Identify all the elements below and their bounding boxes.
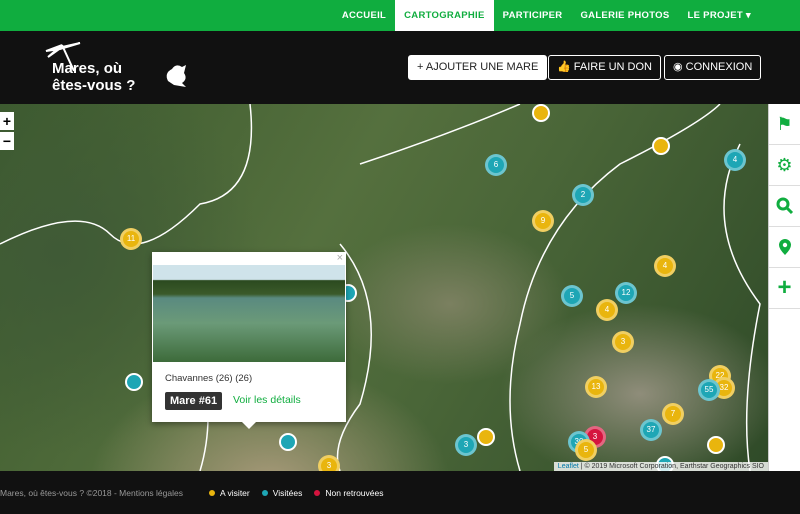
map-attribution: Leaflet | © 2019 Microsoft Corporation, …	[554, 462, 768, 471]
nav-le-projet[interactable]: LE PROJET ▾	[679, 0, 761, 31]
cluster-marker[interactable]: 5	[575, 439, 597, 461]
header: Mares, oùêtes-vous ? + AJOUTER UNE MARE …	[0, 31, 800, 104]
cluster-marker[interactable]: 55	[698, 379, 720, 401]
add-pond-button[interactable]: + AJOUTER UNE MARE	[408, 55, 547, 80]
gear-icon[interactable]: ⚙	[769, 145, 800, 186]
view-details-link[interactable]: Voir les détails	[233, 394, 301, 406]
login-label: CONNEXION	[686, 61, 753, 73]
frog-icon	[160, 59, 190, 89]
popup-close-button[interactable]: ×	[337, 252, 343, 264]
donate-button[interactable]: 👍 FAIRE UN DON	[548, 55, 661, 80]
footer: Mares, où êtes-vous ? ©2018 - Mentions l…	[0, 471, 800, 514]
nav-participer[interactable]: PARTICIPER	[494, 0, 572, 31]
cluster-marker[interactable]: 4	[654, 255, 676, 277]
top-navigation: ACCUEIL CARTOGRAPHIE PARTICIPER GALERIE …	[0, 0, 800, 31]
yellow-dot-icon	[209, 490, 215, 496]
map-pin-icon[interactable]	[769, 227, 800, 268]
pond-marker[interactable]	[532, 104, 550, 122]
pond-id-badge: Mare #61	[165, 392, 222, 410]
zoom-in-button[interactable]: +	[0, 112, 14, 130]
cluster-marker[interactable]: 3	[455, 434, 477, 456]
cluster-marker[interactable]: 7	[662, 403, 684, 425]
flag-icon[interactable]: ⚑	[769, 104, 800, 145]
borders	[0, 104, 768, 471]
thumbs-up-icon: 👍	[557, 61, 571, 73]
cluster-marker[interactable]: 12	[615, 282, 637, 304]
pond-location: Chavannes (26) (26)	[165, 373, 252, 384]
cluster-marker[interactable]: 2	[572, 184, 594, 206]
cluster-marker[interactable]: 13	[585, 376, 607, 398]
search-icon[interactable]	[769, 186, 800, 227]
nav-cartographie[interactable]: CARTOGRAPHIE	[395, 0, 494, 31]
pond-marker[interactable]	[652, 137, 670, 155]
user-icon: ◉	[673, 61, 683, 73]
red-dot-icon	[314, 490, 320, 496]
pond-marker[interactable]	[279, 433, 297, 451]
legend-label: Visitées	[273, 488, 303, 498]
legend-to-visit: A visiter	[209, 488, 250, 498]
logo[interactable]: Mares, oùêtes-vous ?	[42, 41, 187, 99]
login-button[interactable]: ◉ CONNEXION	[664, 55, 761, 80]
pond-marker[interactable]	[125, 373, 143, 391]
pond-marker[interactable]	[707, 436, 725, 454]
pond-marker[interactable]	[477, 428, 495, 446]
nav-galerie-photos[interactable]: GALERIE PHOTOS	[571, 0, 678, 31]
logo-line2: êtes-vous ?	[52, 77, 135, 94]
map-tools-sidebar: ⚑ ⚙ +	[768, 104, 800, 471]
cluster-marker[interactable]: 37	[640, 419, 662, 441]
leaflet-link[interactable]: Leaflet	[558, 463, 579, 470]
logo-line1: Mares, où	[52, 60, 122, 77]
pond-photo	[153, 265, 345, 362]
legend-label: Non retrouvées	[325, 488, 383, 498]
cluster-marker[interactable]: 9	[532, 210, 554, 232]
plus-icon[interactable]: +	[769, 268, 800, 309]
teal-dot-icon	[262, 490, 268, 496]
donate-label: FAIRE UN DON	[574, 61, 652, 73]
cluster-marker[interactable]: 3	[318, 455, 340, 471]
cluster-marker[interactable]: 4	[724, 149, 746, 171]
cluster-marker[interactable]: 4	[596, 299, 618, 321]
nav-accueil[interactable]: ACCUEIL	[333, 0, 395, 31]
cluster-marker[interactable]: 3	[612, 331, 634, 353]
attribution-text: | © 2019 Microsoft Corporation, Earthsta…	[579, 463, 764, 470]
legend-label: A visiter	[220, 488, 250, 498]
pond-popup: × Chavannes (26) (26) Mare #61 Voir les …	[152, 252, 346, 422]
map[interactable]: + − 46291145124322325513737330533 × Chav…	[0, 104, 768, 471]
cluster-marker[interactable]: 11	[120, 228, 142, 250]
zoom-out-button[interactable]: −	[0, 132, 14, 150]
legend-not-found: Non retrouvées	[314, 488, 383, 498]
cluster-marker[interactable]: 5	[561, 285, 583, 307]
copyright[interactable]: Mares, où êtes-vous ? ©2018 - Mentions l…	[0, 488, 183, 498]
cluster-marker[interactable]: 6	[485, 154, 507, 176]
legend-visited: Visitées	[262, 488, 303, 498]
